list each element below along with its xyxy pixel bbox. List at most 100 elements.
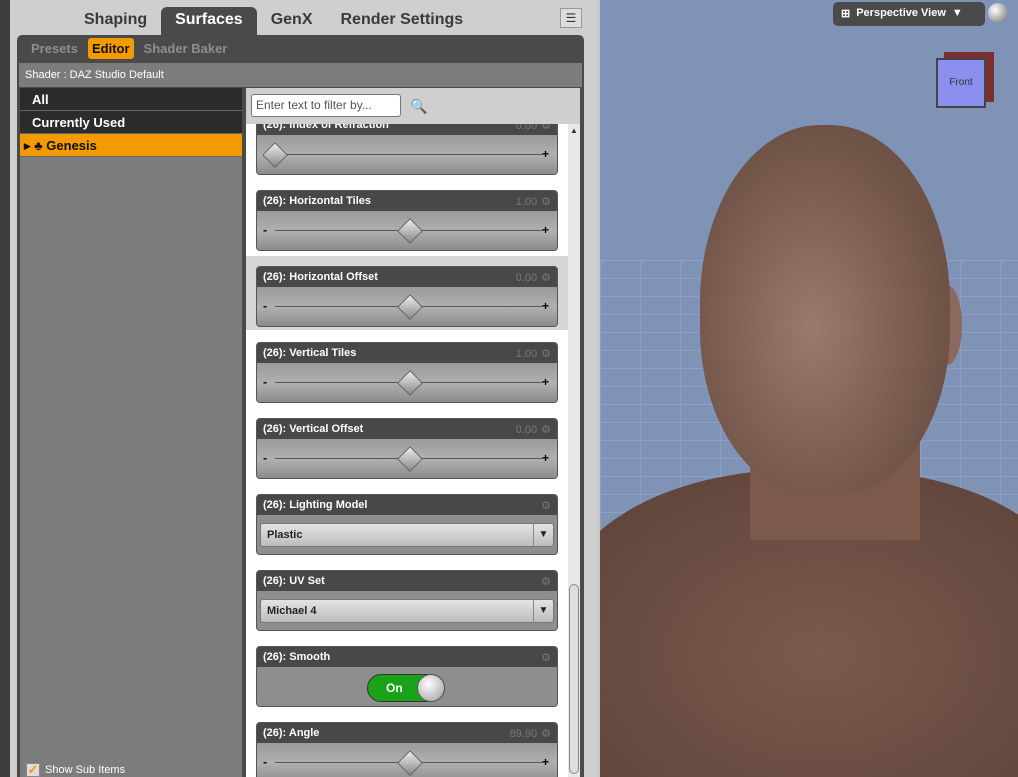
plus-icon[interactable]: + bbox=[542, 755, 549, 769]
minus-icon[interactable]: - bbox=[263, 223, 267, 237]
chevron-down-icon[interactable]: ▼ bbox=[533, 600, 553, 622]
parameter-label: (26): Horizontal Tiles bbox=[263, 195, 371, 207]
dropdown-value: Michael 4 bbox=[267, 605, 317, 617]
chevron-down-icon[interactable]: ▼ bbox=[533, 524, 553, 546]
parameter-value[interactable]: 0.00 bbox=[516, 272, 537, 284]
draw-style-icon[interactable] bbox=[988, 3, 1008, 23]
pane-menu-icon[interactable]: ☰ bbox=[560, 8, 582, 28]
chevron-down-icon[interactable]: ▼ bbox=[952, 7, 963, 21]
gear-icon[interactable]: ⚙ bbox=[541, 348, 551, 360]
parameter-card: (26): Lighting Model ⚙ Plastic ▼ bbox=[256, 494, 558, 555]
parameter-value[interactable]: 0.00 bbox=[516, 424, 537, 436]
parameters-panel: Enter text to filter by... 🔍 (26): Index… bbox=[246, 88, 580, 777]
parameter-card: (26): Vertical Tiles 1.00 ⚙ - + bbox=[256, 342, 558, 403]
minus-icon[interactable]: - bbox=[263, 451, 267, 465]
minus-icon[interactable]: - bbox=[263, 755, 267, 769]
minus-icon[interactable]: - bbox=[263, 299, 267, 313]
scroll-up-icon[interactable]: ▲ bbox=[570, 126, 578, 135]
view-label: Perspective View bbox=[856, 7, 946, 19]
gear-icon[interactable]: ⚙ bbox=[541, 196, 551, 208]
plus-icon[interactable]: + bbox=[542, 147, 549, 161]
dropdown[interactable]: Michael 4 ▼ bbox=[260, 599, 554, 623]
parameter-list: (26): Index of Refraction 0.00 ⚙ + (26): Hor… bbox=[246, 124, 568, 777]
parameter-value[interactable]: 1.00 bbox=[516, 348, 537, 360]
subtab-shader-baker[interactable]: Shader Baker bbox=[140, 38, 232, 59]
tab-render-settings[interactable]: Render Settings bbox=[327, 7, 478, 35]
dropdown-value: Plastic bbox=[267, 529, 303, 541]
scrollbar[interactable]: ▲ bbox=[568, 124, 580, 777]
category-currently-used[interactable]: Currently Used bbox=[20, 111, 242, 134]
parameter-label: (26): Lighting Model bbox=[263, 499, 368, 511]
parameter-card: (26): Smooth ⚙ On bbox=[256, 646, 558, 707]
parameter-card: (26): Horizontal Offset 0.00 ⚙ - + bbox=[256, 266, 558, 327]
category-label: Genesis bbox=[46, 138, 97, 153]
expand-arrow-icon[interactable]: ▸ bbox=[24, 138, 34, 153]
category-list: All Currently Used ▸ ♣ Genesis ✓ Show Sub… bbox=[20, 88, 242, 777]
slider[interactable]: - + bbox=[257, 211, 557, 250]
parameter-label: (26): Vertical Offset bbox=[263, 423, 364, 435]
scrollbar-thumb[interactable] bbox=[569, 584, 579, 774]
toggle-label: On bbox=[386, 681, 403, 695]
gear-icon[interactable]: ⚙ bbox=[541, 124, 551, 132]
search-icon[interactable]: 🔍 bbox=[410, 98, 427, 115]
gear-icon[interactable]: ⚙ bbox=[541, 576, 551, 588]
dropdown[interactable]: Plastic ▼ bbox=[260, 523, 554, 547]
gear-icon[interactable]: ⚙ bbox=[541, 424, 551, 436]
parameter-label: (26): Horizontal Offset bbox=[263, 271, 378, 283]
figure-icon: ♣ bbox=[34, 138, 47, 153]
parameter-card: (26): Vertical Offset 0.00 ⚙ - + bbox=[256, 418, 558, 479]
subtab-editor[interactable]: Editor bbox=[87, 38, 134, 59]
tab-surfaces[interactable]: Surfaces bbox=[161, 7, 257, 35]
slider-knob[interactable] bbox=[397, 218, 423, 244]
gear-icon[interactable]: ⚙ bbox=[541, 652, 551, 664]
viewport-layout-icon: ⊞ bbox=[841, 8, 851, 20]
gear-icon[interactable]: ⚙ bbox=[541, 728, 551, 740]
parameter-label: (26): Angle bbox=[263, 727, 320, 739]
subtab-presets[interactable]: Presets bbox=[27, 38, 82, 59]
cube-face-label: Front bbox=[949, 77, 973, 88]
gear-icon[interactable]: ⚙ bbox=[541, 272, 551, 284]
plus-icon[interactable]: + bbox=[542, 451, 549, 465]
show-sub-items-label: Show Sub Items bbox=[45, 764, 126, 776]
parameter-label: (26): Vertical Tiles bbox=[263, 347, 357, 359]
slider-knob[interactable] bbox=[262, 142, 288, 168]
parameter-card: (26): UV Set ⚙ Michael 4 ▼ bbox=[256, 570, 558, 631]
slider[interactable]: - + bbox=[257, 743, 557, 777]
slider[interactable]: - + bbox=[257, 287, 557, 326]
viewport[interactable]: ⊞ Perspective View ▼ Front bbox=[600, 0, 1018, 777]
parameter-card: (26): Horizontal Tiles 1.00 ⚙ - + bbox=[256, 190, 558, 251]
view-cube[interactable]: Front bbox=[936, 58, 986, 108]
parameter-label: (26): Index of Refraction bbox=[263, 124, 389, 131]
parameter-value[interactable]: 89.90 bbox=[510, 728, 538, 740]
plus-icon[interactable]: + bbox=[542, 223, 549, 237]
tab-genx[interactable]: GenX bbox=[257, 7, 327, 35]
gear-icon[interactable]: ⚙ bbox=[541, 500, 551, 512]
parameter-label: (26): UV Set bbox=[263, 575, 325, 587]
tab-shaping[interactable]: Shaping bbox=[70, 7, 161, 35]
slider[interactable]: - + bbox=[257, 363, 557, 402]
parameter-label: (26): Smooth bbox=[263, 651, 331, 663]
figure-head bbox=[700, 125, 950, 495]
minus-icon[interactable]: - bbox=[263, 375, 267, 389]
parameter-value[interactable]: 1.00 bbox=[516, 196, 537, 208]
slider[interactable]: - + bbox=[257, 439, 557, 478]
plus-icon[interactable]: + bbox=[542, 299, 549, 313]
parameter-value[interactable]: 0.00 bbox=[516, 124, 537, 132]
slider-knob[interactable] bbox=[397, 750, 423, 776]
checkbox-checked-icon[interactable]: ✓ bbox=[26, 763, 40, 777]
parameter-card: (26): Angle 89.90 ⚙ - + bbox=[256, 722, 558, 777]
smooth-toggle[interactable]: On bbox=[367, 674, 445, 702]
slider-knob[interactable] bbox=[397, 294, 423, 320]
parameter-card: (26): Index of Refraction 0.00 ⚙ + bbox=[256, 124, 558, 175]
category-genesis[interactable]: ▸ ♣ Genesis bbox=[20, 134, 242, 157]
view-selector[interactable]: ⊞ Perspective View ▼ bbox=[833, 2, 985, 26]
slider-knob[interactable] bbox=[397, 446, 423, 472]
slider-knob[interactable] bbox=[397, 370, 423, 396]
main-tabs: Shaping Surfaces GenX Render Settings bbox=[70, 7, 477, 35]
slider[interactable]: + bbox=[257, 135, 557, 174]
filter-input[interactable]: Enter text to filter by... bbox=[251, 94, 401, 117]
shader-label: Shader : DAZ Studio Default bbox=[19, 63, 582, 87]
category-all[interactable]: All bbox=[20, 88, 242, 111]
plus-icon[interactable]: + bbox=[542, 375, 549, 389]
show-sub-items[interactable]: ✓ Show Sub Items bbox=[26, 763, 125, 777]
